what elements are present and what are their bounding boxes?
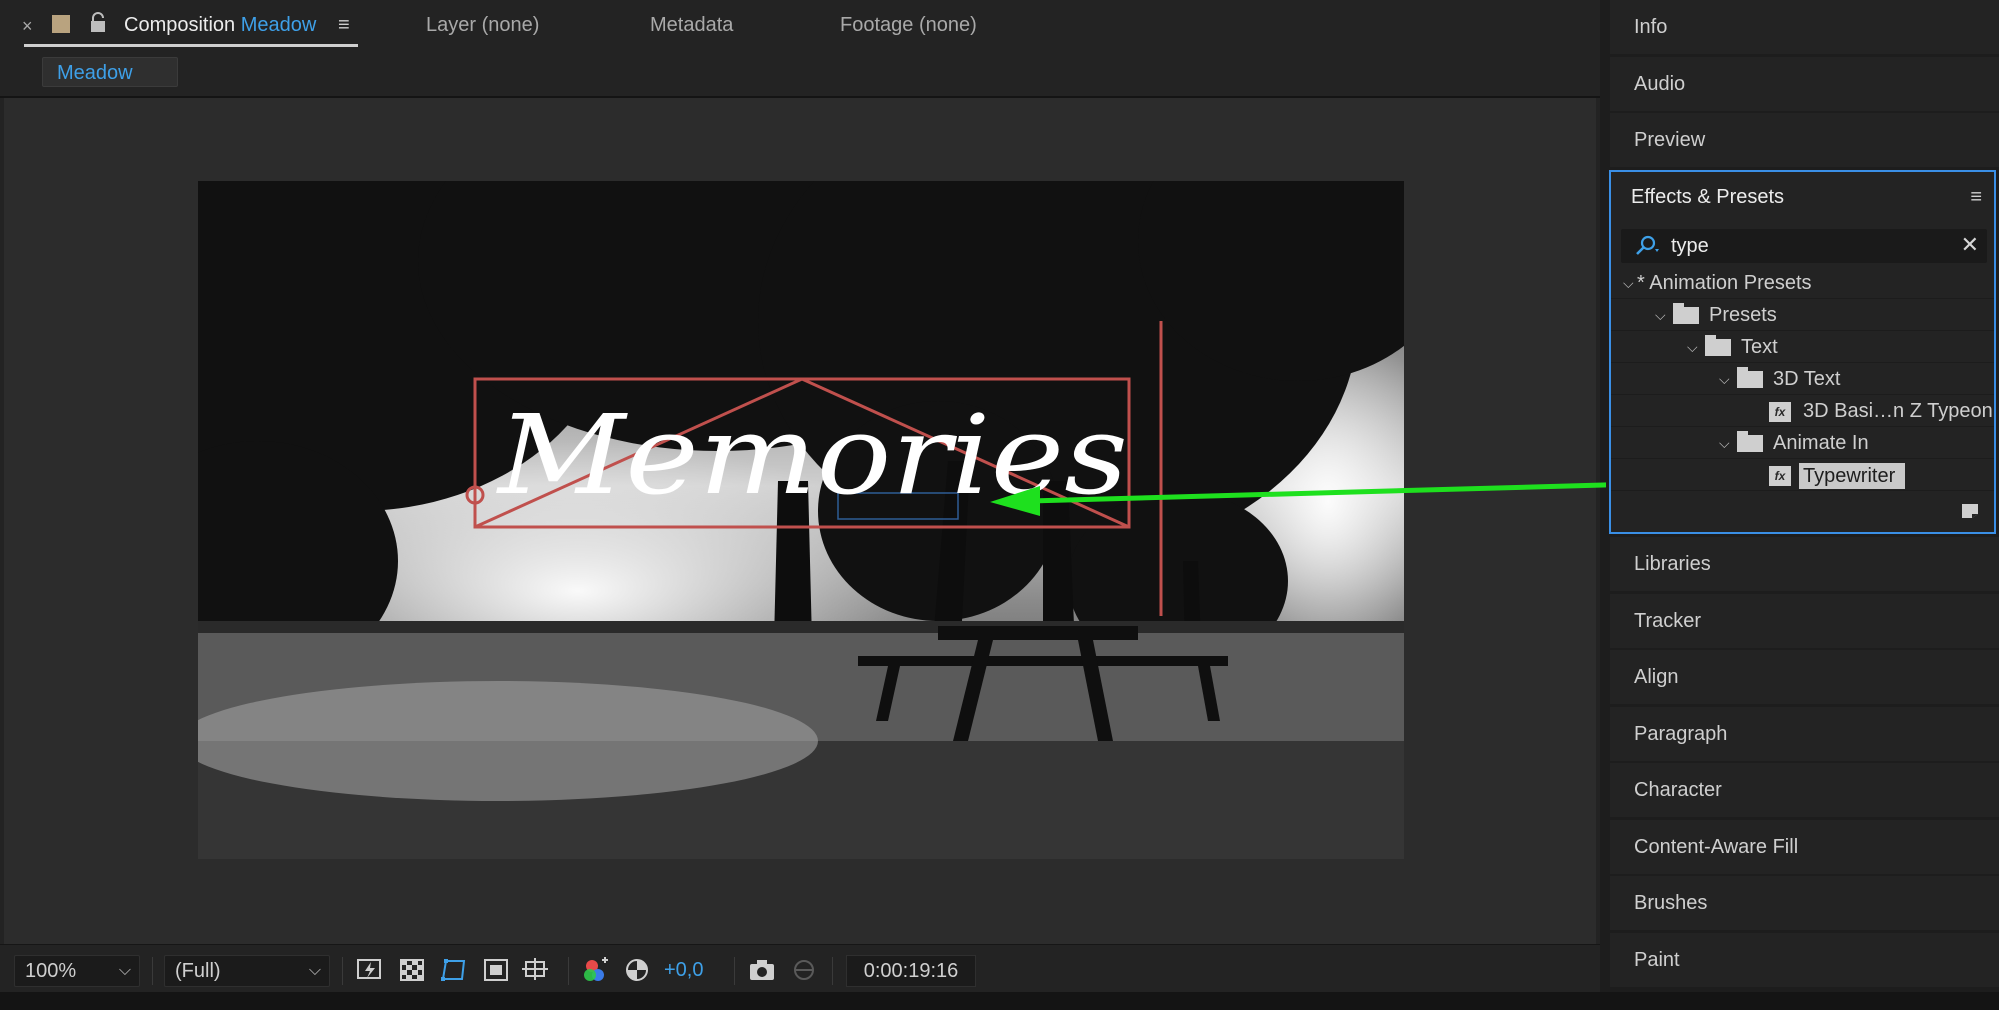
- chevron-down-icon[interactable]: ⌵: [1623, 268, 1634, 299]
- folder-icon: [1737, 431, 1763, 452]
- chevron-down-icon[interactable]: ⌵: [1687, 332, 1698, 363]
- tree-item-3d-basic-z-typeon[interactable]: fx 3D Basi…n Z Typeon: [1611, 396, 1994, 427]
- tree-item-label: 3D Basi…n Z Typeon: [1803, 400, 1993, 422]
- panel-libraries[interactable]: Libraries: [1610, 537, 1999, 591]
- tree-item-text[interactable]: ⌵ Text: [1611, 332, 1994, 363]
- chevron-down-icon[interactable]: ⌵: [1719, 428, 1730, 459]
- tree-item-3d-text[interactable]: ⌵ 3D Text: [1611, 364, 1994, 395]
- preset-fx-icon: fx: [1769, 466, 1791, 486]
- panel-character[interactable]: Character: [1610, 763, 1999, 817]
- tree-item-animation-presets[interactable]: ⌵ * Animation Presets: [1611, 268, 1994, 299]
- folder-icon: [1737, 367, 1763, 388]
- panel-paragraph[interactable]: Paragraph: [1610, 707, 1999, 761]
- tree-item-label: Text: [1741, 336, 1778, 358]
- panel-audio[interactable]: Audio: [1610, 57, 1999, 111]
- tree-item-label: * Animation Presets: [1637, 272, 1812, 294]
- panel-align[interactable]: Align: [1610, 650, 1999, 704]
- panel-paint[interactable]: Paint: [1610, 933, 1999, 987]
- folder-icon: [1705, 335, 1731, 356]
- tree-item-label: 3D Text: [1773, 368, 1841, 390]
- effects-search-box[interactable]: ✕: [1621, 229, 1987, 263]
- tree-item-label: Animate In: [1773, 432, 1869, 454]
- panel-info[interactable]: Info: [1610, 0, 1999, 54]
- tree-item-presets[interactable]: ⌵ Presets: [1611, 300, 1994, 331]
- chevron-down-icon[interactable]: ⌵: [1719, 364, 1730, 395]
- tree-item-label-selected: Typewriter: [1799, 463, 1906, 489]
- panel-menu-icon[interactable]: ≡: [1970, 186, 1982, 209]
- effects-presets-title[interactable]: Effects & Presets: [1631, 186, 1784, 209]
- chevron-down-icon[interactable]: ⌵: [1655, 300, 1666, 331]
- tree-item-label: Presets: [1709, 304, 1777, 326]
- window-bottom-edge: [0, 992, 1999, 1010]
- clear-search-icon[interactable]: ✕: [1961, 232, 1979, 258]
- panel-content-aware-fill[interactable]: Content-Aware Fill: [1610, 820, 1999, 874]
- search-icon[interactable]: [1633, 234, 1663, 258]
- tree-item-animate-in[interactable]: ⌵ Animate In: [1611, 428, 1994, 459]
- folder-icon: [1673, 303, 1699, 324]
- panel-preview[interactable]: Preview: [1610, 113, 1999, 167]
- right-panel-stack: Info Audio Preview Effects & Presets ≡ ✕…: [1606, 0, 1999, 992]
- effects-presets-panel: Effects & Presets ≡ ✕ ⌵ * Animation Pres…: [1609, 170, 1996, 534]
- preset-fx-icon: fx: [1769, 402, 1791, 422]
- panel-brushes[interactable]: Brushes: [1610, 876, 1999, 930]
- effects-search-input[interactable]: [1671, 233, 1941, 259]
- panel-tracker[interactable]: Tracker: [1610, 594, 1999, 648]
- new-folder-icon[interactable]: [1960, 500, 1980, 520]
- tree-item-typewriter[interactable]: fx Typewriter: [1611, 460, 1994, 491]
